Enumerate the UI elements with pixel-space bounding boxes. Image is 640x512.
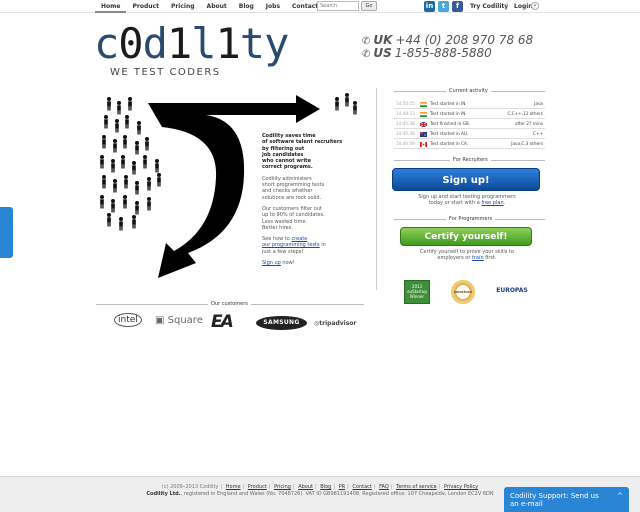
activity-title: Current activity xyxy=(446,88,491,94)
eustartup-badge: 2013 euStartup Winner xyxy=(404,280,430,304)
tagline: WE TEST CODERS xyxy=(110,67,221,78)
activity-list: 14:50:55 Test started in IN. Java 14:48:… xyxy=(394,99,545,149)
nav-jobs[interactable]: Jobs xyxy=(260,0,286,13)
list-item: 14:46:59 Test started in CA. Java,C,3 ot… xyxy=(394,139,545,149)
list-item: 14:45:38 Test started in AU. C++ xyxy=(394,129,545,139)
recruiters-title: For Recruiters xyxy=(450,157,491,163)
flag-au-icon xyxy=(420,132,427,137)
intel-logo: intel xyxy=(114,313,142,327)
footer-link-contact[interactable]: Contact xyxy=(352,484,371,490)
footer-link-about[interactable]: About xyxy=(298,484,313,490)
footer-link-faq[interactable]: FAQ xyxy=(379,484,389,490)
certify-button[interactable]: Certify yourself! xyxy=(400,227,532,246)
samsung-logo: SAMSUNG xyxy=(256,316,307,330)
login-link[interactable]: Login xyxy=(514,3,533,10)
ea-logo: EA xyxy=(211,312,234,332)
nav-about[interactable]: About xyxy=(201,0,233,13)
tripadvisor-logo: ◎tripadvisor xyxy=(314,320,357,327)
nav-separator: | xyxy=(506,2,509,9)
list-item: 14:48:23 Test started in IN. C,C++,12 ot… xyxy=(394,109,545,119)
top-nav: Home Product Pricing About Blog Jobs Con… xyxy=(0,0,640,13)
flag-gb-icon xyxy=(420,122,427,127)
programmers-description: Certify yourself to prove your skills to… xyxy=(420,249,514,261)
phone-icon: ✆ xyxy=(362,49,371,60)
hero-paragraph-2: Codility administers short programming te… xyxy=(262,175,325,201)
flag-in-icon xyxy=(420,112,427,117)
footer-link-terms[interactable]: Terms of service xyxy=(396,484,437,490)
create-link[interactable]: create xyxy=(291,236,307,242)
hero-lead: Codility saves time of software talent re… xyxy=(262,133,343,171)
footer-link-pricing[interactable]: Pricing xyxy=(274,484,291,490)
europas-badge: EUROPAS xyxy=(496,287,528,294)
try-codility-link[interactable]: Try Codility xyxy=(470,3,508,10)
footer-link-product[interactable]: Product xyxy=(248,484,267,490)
selected-people-icon xyxy=(335,93,357,115)
twitter-icon[interactable]: t xyxy=(438,1,449,12)
footer-link-privacy[interactable]: Privacy Policy xyxy=(444,484,478,490)
flag-ca-icon xyxy=(420,142,427,147)
nav-product[interactable]: Product xyxy=(126,0,164,13)
square-logo: ▣ Square xyxy=(155,315,203,326)
hero-paragraph-4: See how to create our programming tests i… xyxy=(262,236,326,255)
codility-logo[interactable]: c0d1l1ty xyxy=(94,22,289,66)
programmers-title: For Programmers xyxy=(446,216,496,222)
phone-uk: ✆ UK +44 (0) 208 970 78 68 xyxy=(362,33,534,47)
facebook-icon[interactable]: f xyxy=(452,1,463,12)
feedback-tab[interactable] xyxy=(0,207,13,258)
hero-text: Codility saves time of software talent re… xyxy=(262,133,372,271)
hero-signup: Sign up now! xyxy=(262,260,295,267)
nav-home[interactable]: Home xyxy=(95,0,127,13)
list-item: 14:45:38 Test finished in GB. after 27 m… xyxy=(394,119,545,129)
programming-tests-link[interactable]: our programming tests xyxy=(262,242,320,248)
recruiters-description: Sign up and start testing programmers tod… xyxy=(418,194,516,206)
column-divider xyxy=(376,88,377,290)
smartuse-badge: smartuse xyxy=(451,280,475,304)
support-widget[interactable]: Codility Support: Send us an e-mail ^ xyxy=(504,487,629,512)
signup-button[interactable]: Sign up! xyxy=(392,168,540,191)
customers-title: Our customers xyxy=(208,301,251,307)
crowd-icon xyxy=(100,97,161,231)
chevron-down-icon[interactable]: ▾ xyxy=(531,2,539,10)
train-link[interactable]: train xyxy=(472,255,484,261)
nav-links: Home Product Pricing About Blog Jobs Con… xyxy=(95,0,349,13)
flag-in-icon xyxy=(420,102,427,107)
footer-link-home[interactable]: Home xyxy=(226,484,241,490)
signup-link[interactable]: Sign up xyxy=(262,260,281,266)
nav-pricing[interactable]: Pricing xyxy=(165,0,201,13)
chevron-up-icon[interactable]: ^ xyxy=(617,492,623,500)
hero-paragraph-3: Our customers filter out up to 90% of can… xyxy=(262,205,325,231)
footer-link-pr[interactable]: PR xyxy=(339,484,346,490)
phone-us: ✆ US 1-855-888-5880 xyxy=(362,46,492,60)
footer-link-blog[interactable]: Blog xyxy=(320,484,331,490)
list-item: 14:50:55 Test started in IN. Java xyxy=(394,99,545,109)
linkedin-icon[interactable]: in xyxy=(424,1,435,12)
nav-blog[interactable]: Blog xyxy=(233,0,260,13)
search-input[interactable] xyxy=(317,1,359,11)
free-plan-link[interactable]: free plan xyxy=(481,200,503,206)
go-button[interactable]: Go xyxy=(361,1,377,11)
